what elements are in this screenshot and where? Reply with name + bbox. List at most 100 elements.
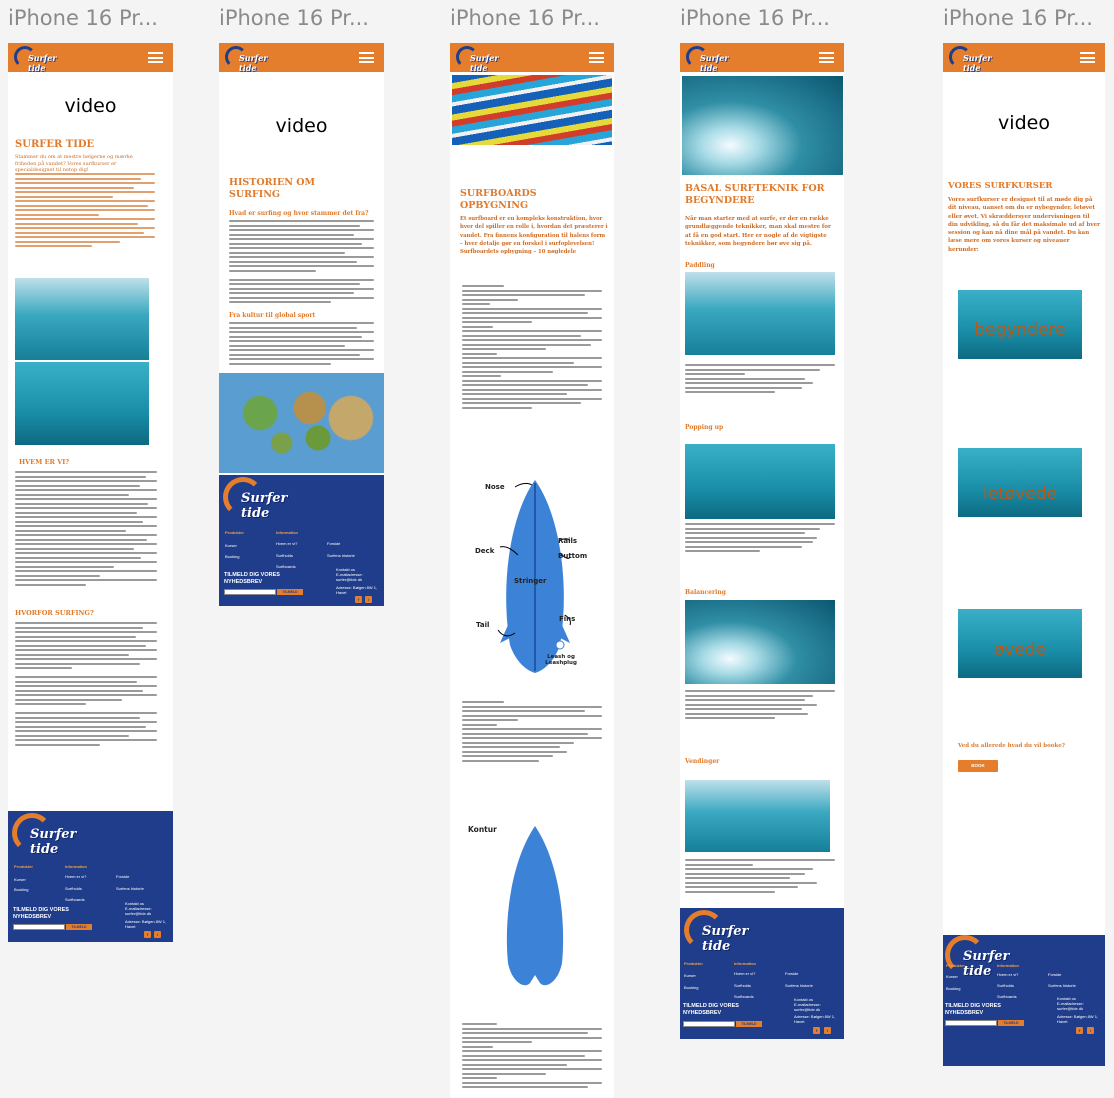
subscribe-button[interactable]: TILMELD bbox=[277, 589, 303, 595]
footer-link-about[interactable]: Hvem er vi? bbox=[65, 874, 86, 879]
footer-link-booking[interactable]: Booking bbox=[946, 986, 960, 991]
subscribe-button[interactable]: TILMELD bbox=[998, 1020, 1024, 1026]
book-button[interactable]: BOOK bbox=[958, 760, 998, 772]
logo[interactable]: Surfer tide bbox=[686, 46, 746, 73]
footer-link-surfboards[interactable]: Surfboards bbox=[997, 994, 1017, 999]
newsletter-email-input[interactable] bbox=[13, 924, 65, 930]
footer-link-surfholds[interactable]: Surfholds bbox=[997, 983, 1014, 988]
footer-link-home[interactable]: Forside bbox=[1048, 972, 1061, 977]
footer-link-booking[interactable]: Booking bbox=[14, 887, 28, 892]
instagram-icon[interactable]: i bbox=[365, 596, 372, 603]
surfboard-outline bbox=[506, 826, 564, 986]
logo[interactable]: Surfer tide bbox=[225, 46, 285, 73]
intro-text: Stammer du om at mestre bølgerne og mærk… bbox=[15, 154, 133, 173]
newsletter-email-input[interactable] bbox=[224, 589, 276, 595]
footer-address-2: Havet bbox=[1057, 1019, 1068, 1024]
logo[interactable]: Surfer tide bbox=[456, 46, 516, 73]
footer-link-kurser[interactable]: Kurser bbox=[14, 877, 26, 882]
footer-link-history[interactable]: Surfens historie bbox=[1048, 983, 1076, 988]
footer-link-kurser[interactable]: Kurser bbox=[946, 974, 958, 979]
footer-link-surfboards[interactable]: Surfboards bbox=[65, 897, 85, 902]
newsletter-heading: TILMELD DIG VORES NYHEDSBREV bbox=[683, 1003, 739, 1016]
course-ovede[interactable]: øvede bbox=[958, 609, 1082, 678]
site-footer: Surfer tide Produkter Information Kurser… bbox=[680, 908, 844, 1039]
course-letovede[interactable]: letøvede bbox=[958, 448, 1082, 517]
footer-address-2: Havet bbox=[336, 590, 347, 595]
footer-email[interactable]: surfer@tide.dk bbox=[1057, 1006, 1083, 1011]
hamburger-menu-icon[interactable] bbox=[1080, 52, 1095, 63]
frame-title-1: iPhone 16 Pr... bbox=[8, 6, 158, 30]
footer-logo[interactable]: Surfer tide bbox=[945, 935, 1015, 979]
footer-link-booking[interactable]: Booking bbox=[225, 554, 239, 559]
footer-link-history[interactable]: Surfens historie bbox=[785, 983, 813, 988]
footer-link-surfboards[interactable]: Surfboards bbox=[276, 564, 296, 569]
footer-email[interactable]: surfer@tide.dk bbox=[336, 577, 362, 582]
footer-link-surfholds[interactable]: Surfholds bbox=[734, 983, 751, 988]
facebook-icon[interactable]: f bbox=[144, 931, 151, 938]
footer-logo[interactable]: Surfer tide bbox=[12, 813, 82, 857]
site-header: Surfer tide bbox=[219, 43, 384, 73]
footer-link-surfholds[interactable]: Surfholds bbox=[65, 886, 82, 891]
footer-link-kurser[interactable]: Kurser bbox=[684, 973, 696, 978]
footer-link-booking[interactable]: Booking bbox=[684, 985, 698, 990]
instagram-icon[interactable]: i bbox=[824, 1027, 831, 1034]
video-placeholder[interactable]: video bbox=[8, 95, 173, 117]
footer-email[interactable]: surfer@tide.dk bbox=[125, 911, 151, 916]
site-footer: Surfer tide Produkter Information Kurser… bbox=[8, 811, 173, 942]
hamburger-menu-icon[interactable] bbox=[819, 52, 834, 63]
footer-link-surfboards[interactable]: Surfboards bbox=[734, 994, 754, 999]
who-heading: HVEM ER VI? bbox=[19, 458, 70, 466]
logo[interactable]: Surfer tide bbox=[949, 46, 1009, 73]
frame-courses: Surfer tide video VORES SURFKURSER Vores… bbox=[943, 43, 1105, 1066]
course-begyndere[interactable]: begyndere bbox=[958, 290, 1082, 359]
turning-body bbox=[685, 859, 835, 895]
footer-link-kurser[interactable]: Kurser bbox=[225, 543, 237, 548]
footer-address-2: Havet bbox=[794, 1019, 805, 1024]
footer-link-history[interactable]: Surfens historie bbox=[116, 886, 144, 891]
newsletter-heading: TILMELD DIG VORES NYHEDSBREV bbox=[13, 907, 69, 920]
newsletter-email-input[interactable] bbox=[683, 1021, 735, 1027]
wave-surfer-photo bbox=[682, 76, 843, 175]
label-deck: Deck bbox=[475, 547, 495, 555]
footer-link-surfholds[interactable]: Surfholds bbox=[276, 553, 293, 558]
footer-link-about[interactable]: Hvem er vi? bbox=[276, 541, 297, 546]
footer-logo[interactable]: Surfer tide bbox=[223, 477, 293, 521]
hamburger-menu-icon[interactable] bbox=[589, 52, 604, 63]
footer-link-about[interactable]: Hvem er vi? bbox=[734, 971, 755, 976]
hamburger-menu-icon[interactable] bbox=[148, 52, 163, 63]
frame-title-5: iPhone 16 Pr... bbox=[943, 6, 1093, 30]
popping-up-body bbox=[685, 523, 835, 555]
video-placeholder[interactable]: video bbox=[219, 115, 384, 137]
subscribe-button[interactable]: TILMELD bbox=[66, 924, 92, 930]
instagram-icon[interactable]: i bbox=[154, 931, 161, 938]
footer-email[interactable]: surfer@tide.dk bbox=[794, 1007, 820, 1012]
site-header: Surfer tide bbox=[943, 43, 1105, 73]
footer-link-home[interactable]: Forside bbox=[327, 541, 340, 546]
footer-link-about[interactable]: Hvem er vi? bbox=[997, 972, 1018, 977]
section-vendinger: Vendinger bbox=[685, 758, 720, 765]
paddling-body bbox=[685, 364, 835, 396]
footer-link-home[interactable]: Forside bbox=[785, 971, 798, 976]
page-title: BASAL SURFTEKNIK FOR BEGYNDERE bbox=[685, 183, 825, 206]
subscribe-button[interactable]: TILMELD bbox=[736, 1021, 762, 1027]
history-body bbox=[229, 220, 374, 306]
frame-surfboard: Surfer tide SURFBOARDS OPBYGNING Et surf… bbox=[450, 43, 614, 1098]
facebook-icon[interactable]: f bbox=[813, 1027, 820, 1034]
culture-heading: Fra kultur til global sport bbox=[229, 312, 316, 319]
footer-address-2: Havet bbox=[125, 924, 136, 929]
who-body bbox=[15, 471, 157, 588]
logo[interactable]: Surfer tide bbox=[14, 46, 74, 73]
footer-link-history[interactable]: Surfens historie bbox=[327, 553, 355, 558]
footer-link-home[interactable]: Forside bbox=[116, 874, 129, 879]
hamburger-menu-icon[interactable] bbox=[359, 52, 374, 63]
popping-up-photo bbox=[685, 444, 835, 519]
intro-text: Når man starter med at surfe, er der en … bbox=[685, 216, 831, 247]
leash-plug bbox=[555, 640, 565, 650]
facebook-icon[interactable]: f bbox=[355, 596, 362, 603]
video-placeholder[interactable]: video bbox=[943, 112, 1105, 134]
surfboard-diagram bbox=[497, 480, 571, 673]
instagram-icon[interactable]: i bbox=[1087, 1027, 1094, 1034]
facebook-icon[interactable]: f bbox=[1076, 1027, 1083, 1034]
footer-logo[interactable]: Surfer tide bbox=[684, 910, 754, 954]
newsletter-email-input[interactable] bbox=[945, 1020, 997, 1026]
